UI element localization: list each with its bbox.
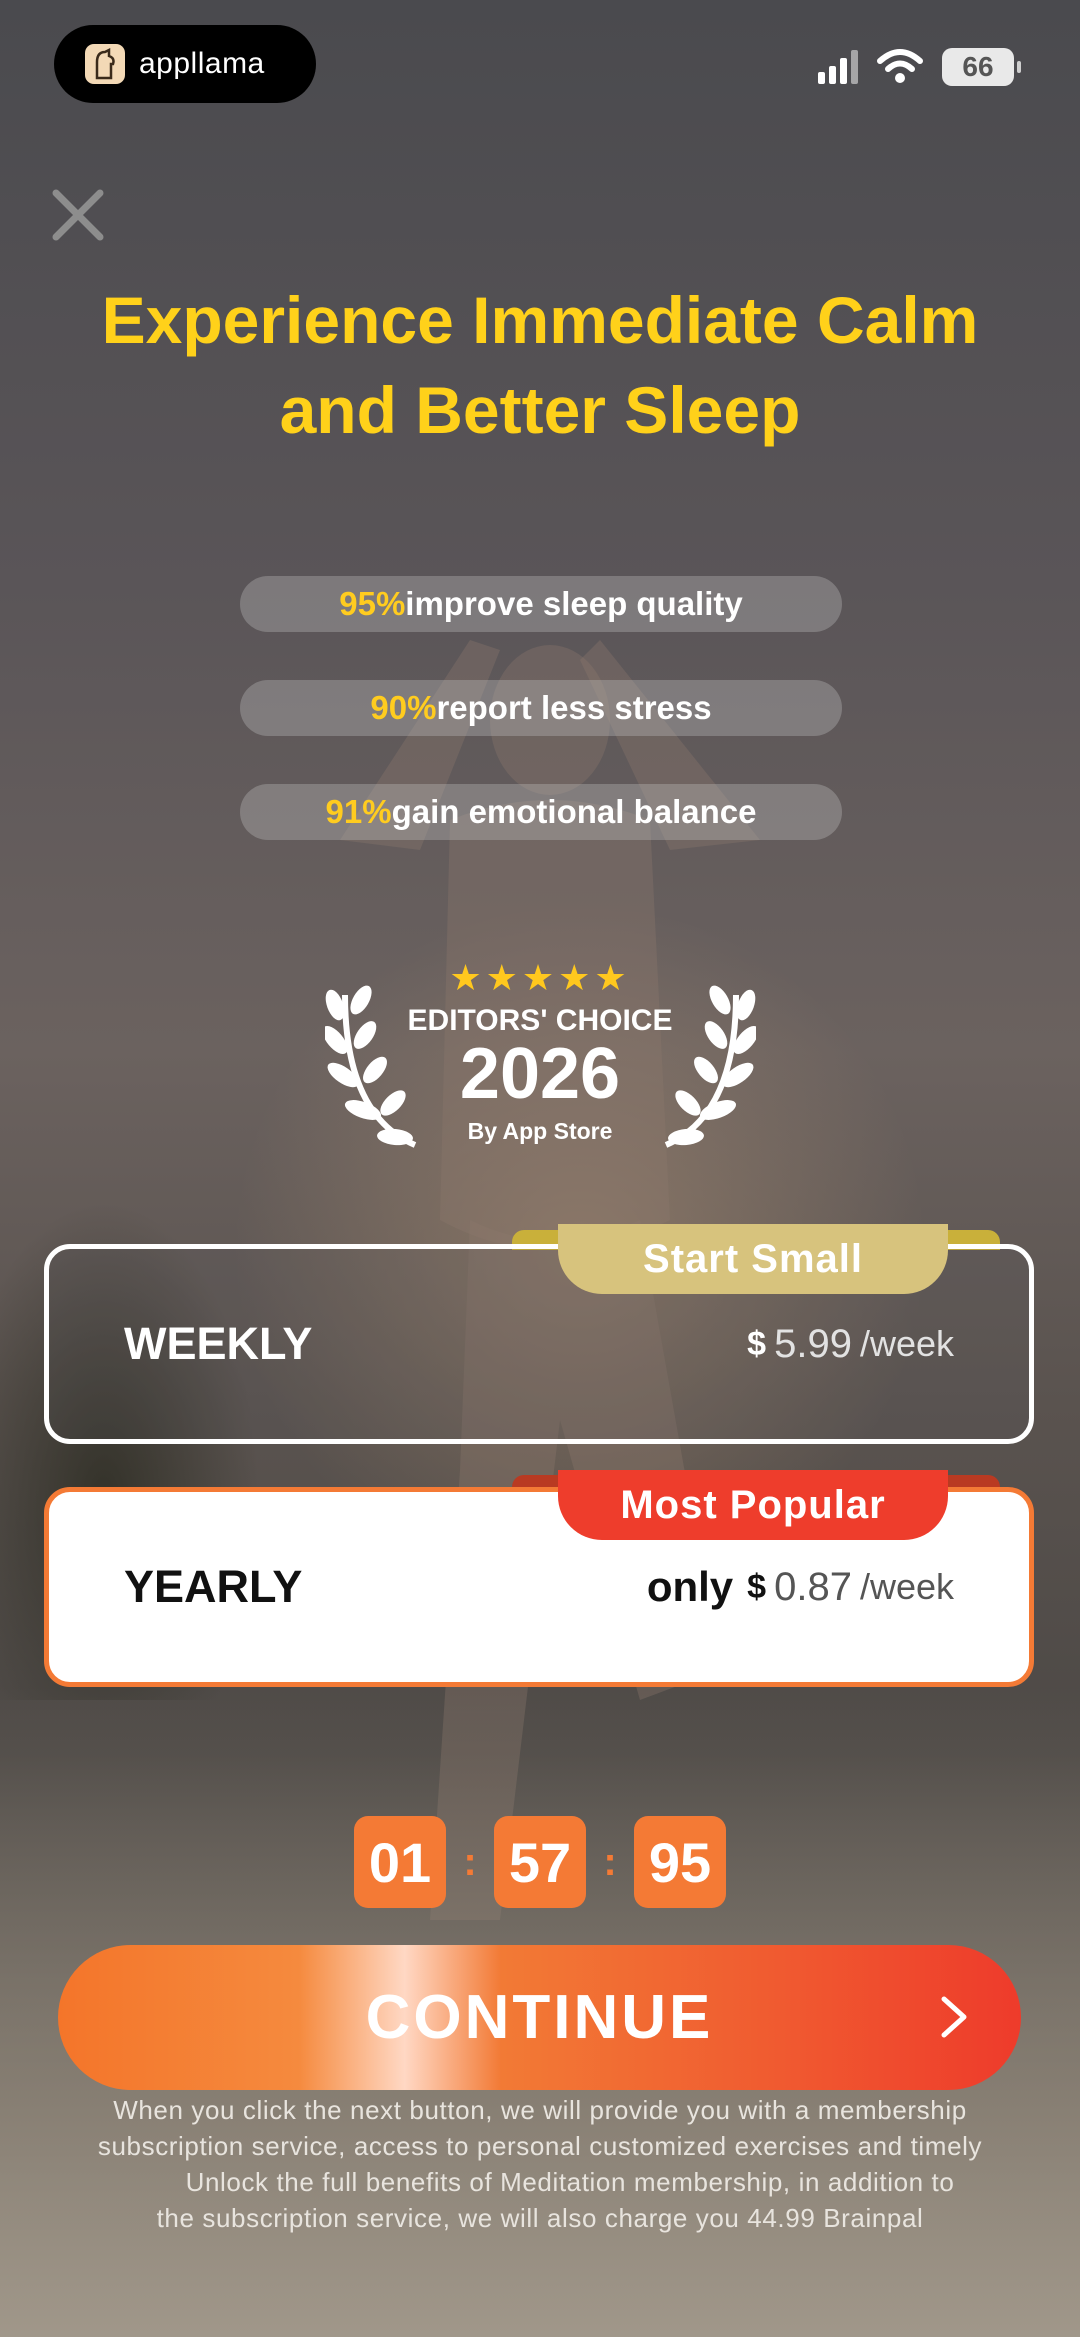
stat-text: report less stress [436,689,712,726]
headline-line-1: Experience Immediate Calm [101,283,979,357]
stat-text: improve sleep quality [405,585,743,622]
llama-logo-icon [85,44,125,84]
continue-label: CONTINUE [365,1983,714,2052]
price-currency: $ [747,1567,767,1606]
price-currency: $ [747,1324,767,1363]
battery-level: 66 [962,51,994,82]
disclaimer-line: When you click the next button, we will … [113,2095,967,2125]
subscription-disclaimer: When you click the next button, we will … [40,2092,1040,2236]
status-bar: 66 [818,48,1021,86]
headline: Experience Immediate Calm and Better Sle… [0,275,1080,455]
stat-percent: 90% [370,689,437,726]
stat-pill-balance: 91% gain emotional balance [240,784,842,840]
chevron-right-icon [941,1996,967,2038]
stat-pill-sleep: 95% improve sleep quality [240,576,842,632]
timer-separator: : [463,1839,477,1884]
price-amount: 0.87 [774,1564,852,1609]
editors-choice-badge: ★★★★★ EDITORS' CHOICE 2026 By App Store [320,960,760,1160]
stat-text: gain emotional balance [391,793,757,830]
cellular-signal-icon [818,50,858,84]
stat-percent: 95% [339,585,406,622]
price-amount: 5.99 [774,1321,852,1366]
headline-line-2: and Better Sleep [279,373,801,447]
timer-hours: 01 [354,1816,446,1908]
rating-stars-icon: ★★★★★ [449,957,631,998]
award-title: EDITORS' CHOICE [407,1004,673,1037]
price-unit: /week [859,1566,954,1607]
award-source: By App Store [467,1118,613,1144]
stat-pill-stress: 90% report less stress [240,680,842,736]
wifi-icon [877,49,923,83]
disclaimer-line: subscription service, access to personal… [97,2131,983,2161]
award-year: 2026 [459,1034,621,1114]
disclaimer-line: Unlock the full benefits of Meditation m… [185,2167,955,2197]
price-unit: /week [859,1323,954,1364]
timer-minutes: 57 [494,1816,586,1908]
continue-button[interactable]: CONTINUE [58,1945,1021,2090]
plan-name: YEARLY [124,1561,303,1612]
countdown-timer: 01 : 57 : 95 [0,1816,1080,1908]
disclaimer-line: the subscription service, we will also c… [156,2203,924,2233]
app-name: appllama [139,47,265,80]
timer-seconds: 95 [634,1816,726,1908]
timer-separator: : [603,1839,617,1884]
plan-name: WEEKLY [124,1318,313,1369]
most-popular-badge: Most Popular [558,1470,948,1540]
price-prefix: only [646,1563,734,1610]
start-small-badge: Start Small [558,1224,948,1294]
stat-percent: 91% [325,793,392,830]
close-icon[interactable] [48,185,108,245]
app-indicator-pill: appllama [54,25,316,103]
battery-icon: 66 [942,48,1021,86]
